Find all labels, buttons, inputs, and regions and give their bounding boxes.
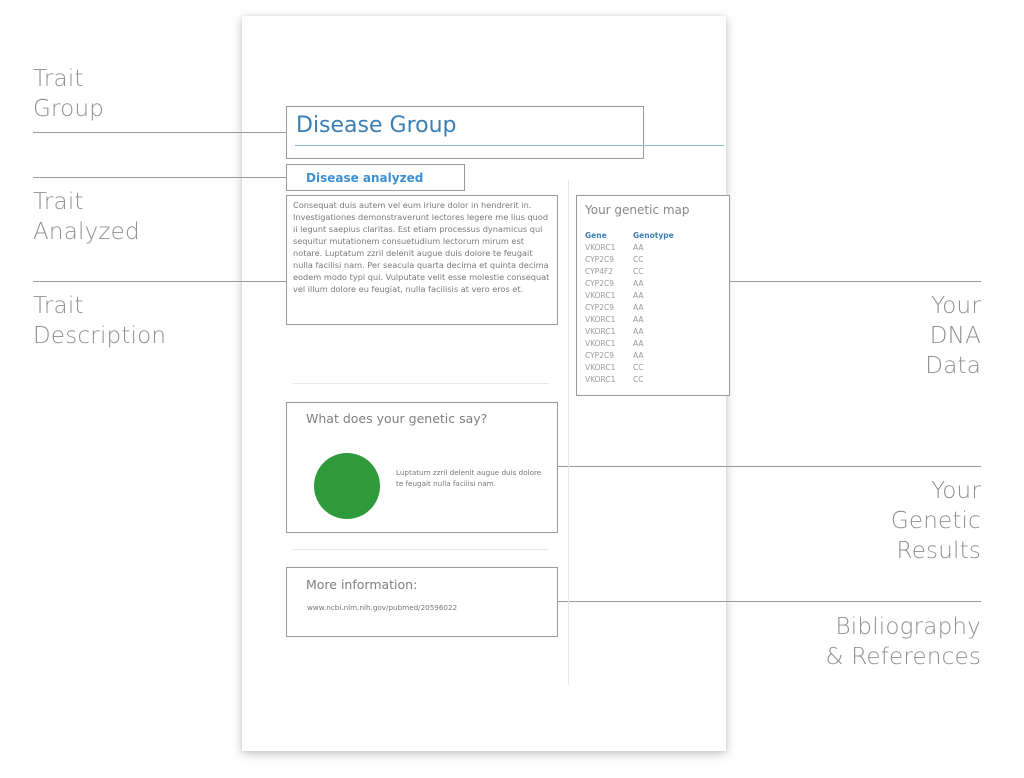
table-row: VKORC1 AA (585, 338, 674, 350)
gene-cell: CYP4F2 (585, 267, 614, 276)
table-row: CYP4F2 CC (585, 266, 674, 278)
connector-trait-description (33, 281, 286, 282)
trait-description-text: Consequat duis autem vel eum iriure dolo… (293, 200, 550, 294)
connector-trait-analyzed (33, 177, 286, 178)
genotype-cell: AA (633, 279, 644, 288)
connector-dna-data (729, 281, 981, 282)
genotype-cell: AA (633, 339, 644, 348)
genotype-cell: CC (633, 375, 644, 384)
genotype-cell: AA (633, 351, 644, 360)
reference-link[interactable]: www.ncbi.nlm.nih.gov/pubmed/20596022 (307, 603, 457, 612)
column-header-gene: Gene (585, 231, 607, 240)
genotype-cell: AA (633, 327, 644, 336)
section-separator (293, 549, 549, 550)
genotype-cell: AA (633, 303, 644, 312)
connector-genetic-results (557, 466, 981, 467)
genotype-cell: AA (633, 291, 644, 300)
label-line: Bibliography (835, 614, 981, 640)
column-header-genotype: Genotype (633, 231, 674, 240)
results-text: Luptatum zzril delenit augue duis dolore… (396, 468, 542, 488)
genotype-cell: AA (633, 315, 644, 324)
label-line: Analyzed (33, 219, 140, 245)
table-row: CYP2C9 CC (585, 254, 674, 266)
genotype-cell: CC (633, 255, 644, 264)
column-divider (568, 180, 569, 685)
label-your-genetic-results: Your Genetic Results (891, 476, 981, 566)
section-separator (293, 383, 549, 384)
label-line: Trait (33, 293, 84, 319)
label-line: Your (931, 293, 981, 319)
group-title: Disease Group (296, 113, 457, 138)
label-line: & References (825, 644, 981, 670)
genotype-cell: CC (633, 267, 644, 276)
label-trait-analyzed: Trait Analyzed (33, 187, 140, 247)
gene-cell: VKORC1 (585, 339, 616, 348)
label-trait-group: Trait Group (33, 64, 104, 124)
genotype-cell: CC (633, 363, 644, 372)
gene-cell: VKORC1 (585, 375, 616, 384)
table-row: VKORC1 CC (585, 362, 674, 374)
table-row: VKORC1 AA (585, 314, 674, 326)
gene-cell: VKORC1 (585, 291, 616, 300)
more-info-title: More information: (306, 577, 418, 592)
genotype-cell: AA (633, 243, 644, 252)
label-line: Your (931, 478, 981, 504)
table-row: VKORC1 AA (585, 326, 674, 338)
gene-cell: CYP2C9 (585, 255, 614, 264)
table-row: VKORC1 AA (585, 290, 674, 302)
connector-bibliography (557, 601, 981, 602)
results-title: What does your genetic say? (306, 411, 488, 426)
table-row: CYP2C9 AA (585, 302, 674, 314)
label-line: DNA (929, 323, 981, 349)
genetic-map-title: Your genetic map (585, 203, 690, 217)
gene-cell: CYP2C9 (585, 303, 614, 312)
label-line: Data (925, 353, 981, 379)
connector-trait-group (33, 132, 286, 133)
label-trait-description: Trait Description (33, 291, 166, 351)
table-row: CYP2C9 AA (585, 350, 674, 362)
trait-analyzed-title: Disease analyzed (306, 171, 424, 185)
genetic-map-table: Gene Genotype VKORC1 AA CYP2C9 CC CYP4F2 CC CY… (585, 230, 674, 386)
label-line: Trait (33, 66, 84, 92)
gene-cell: VKORC1 (585, 327, 616, 336)
label-bibliography-references: Bibliography & References (826, 612, 981, 672)
label-your-dna-data: Your DNA Data (925, 291, 981, 381)
label-line: Trait (33, 189, 84, 215)
table-header-row: Gene Genotype (585, 230, 674, 242)
gene-cell: CYP2C9 (585, 279, 614, 288)
title-underline (295, 145, 724, 146)
label-line: Genetic (890, 508, 981, 534)
table-row: CYP2C9 AA (585, 278, 674, 290)
label-line: Results (896, 538, 981, 564)
gene-cell: CYP2C9 (585, 351, 614, 360)
result-indicator-circle (314, 453, 380, 519)
table-row: VKORC1 CC (585, 374, 674, 386)
gene-cell: VKORC1 (585, 363, 616, 372)
gene-cell: VKORC1 (585, 243, 616, 252)
label-line: Group (33, 96, 105, 122)
gene-cell: VKORC1 (585, 315, 616, 324)
label-line: Description (33, 323, 167, 349)
table-row: VKORC1 AA (585, 242, 674, 254)
